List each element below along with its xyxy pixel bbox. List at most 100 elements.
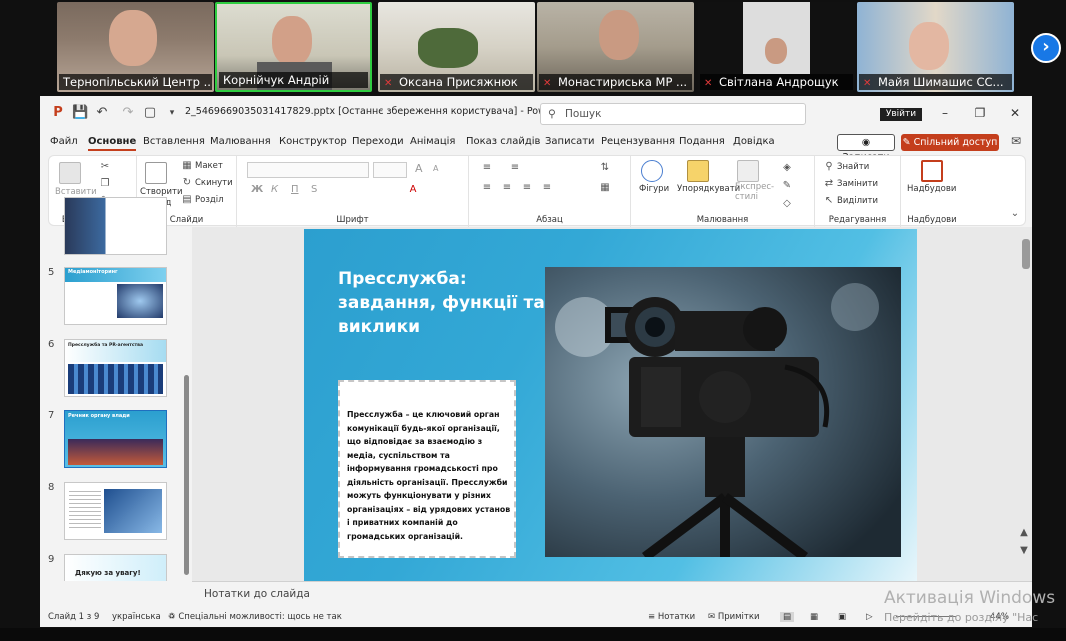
layout-button[interactable]: Макет [195,161,223,171]
slide-thumbnail-9[interactable]: Дякую за увагу! [64,554,167,581]
next-participants-button[interactable]: › [1031,33,1061,63]
close-icon[interactable]: ✕ [1005,105,1025,121]
addins-label[interactable]: Надбудови [907,184,956,194]
italic-button[interactable]: К [271,184,278,195]
text-direction-icon[interactable]: ⇅ [599,162,611,174]
drawing-group: Фігури Упорядкувати Експрес-стилі ◈ ✎ ◇ … [631,156,815,227]
language-indicator[interactable]: українська [112,612,161,622]
font-size-down-button[interactable]: A [433,164,438,173]
shape-outline-icon[interactable]: ✎ [781,180,793,192]
tab-record[interactable]: Записати [545,136,595,147]
justify-icon[interactable]: ≡ [541,182,553,194]
slide-thumbnail-4[interactable] [64,197,167,255]
quick-styles-icon[interactable] [737,160,759,182]
font-size-select[interactable] [373,162,407,178]
underline-button[interactable]: П [291,184,299,195]
shapes-icon[interactable] [641,160,663,182]
addins-icon[interactable] [921,160,943,182]
tab-view[interactable]: Подання [679,136,725,147]
redo-icon[interactable]: ↷ [120,105,136,121]
cut-icon[interactable]: ✂ [99,161,111,173]
replace-button[interactable]: Замінити [837,179,878,189]
current-slide[interactable]: Пресслужба: завдання, функції та виклики… [304,229,917,581]
mic-muted-icon: ✕ [704,78,713,89]
align-center-icon[interactable]: ≡ [501,182,513,194]
participant-tile-1[interactable]: Тернопільський Центр ... [57,2,214,92]
normal-view-icon[interactable]: ▤ [780,612,795,622]
bold-button[interactable]: Ж [251,184,263,195]
title-bar: P 💾 ↶ ↷ ▢ ▾ 2_5469669035031417829.pptx [… [40,96,1032,130]
participant-tile-2[interactable]: Корнійчук Андрій [215,2,372,92]
save-icon[interactable]: 💾 [72,105,88,121]
slide-scrollbar[interactable] [1022,239,1030,269]
reset-button[interactable]: Скинути [195,178,233,188]
tab-file[interactable]: Файл [50,136,78,147]
font-color-icon[interactable]: A [407,184,419,196]
slide-thumbnail-7[interactable]: Речник органу влади [64,410,167,468]
strikethrough-button[interactable]: S [311,184,317,195]
slideshow-icon[interactable]: ▷ [866,612,873,622]
tab-animations[interactable]: Анімація [410,136,455,147]
arrange-label[interactable]: Упорядкувати [677,184,740,194]
slide-sorter-icon[interactable]: ▦ [810,612,818,622]
undo-icon[interactable]: ↶ [94,105,110,121]
search-input[interactable]: ⚲ Пошук [540,103,806,125]
participant-tile-4[interactable]: ✕ Монастириська МР ... [537,2,694,92]
bullets-icon[interactable]: ≡ [481,162,493,174]
copy-icon[interactable]: ❐ [99,178,111,190]
notes-placeholder: Нотатки до слайда [204,588,310,600]
slide-text-box[interactable]: Пресслужба – це ключовий орган комунікац… [338,380,516,558]
align-right-icon[interactable]: ≡ [521,182,533,194]
sign-in-button[interactable]: Увійти [880,108,922,121]
font-name-select[interactable] [247,162,369,178]
find-button[interactable]: Знайти [837,162,869,172]
record-button[interactable]: ◉ Записати [837,134,895,163]
tab-slideshow[interactable]: Показ слайдів [466,136,540,147]
minimize-icon[interactable]: – [935,105,955,121]
shape-effects-icon[interactable]: ◇ [781,198,793,210]
font-size-up-button[interactable]: A [415,162,423,175]
slide-thumbnail-6[interactable]: Пресслужба та PR-агентства [64,339,167,397]
tab-insert[interactable]: Вставлення [143,136,205,147]
new-slide-icon[interactable] [145,162,167,184]
participant-tile-3[interactable]: ✕ Оксана Присяжнюк [378,2,535,92]
present-icon[interactable]: ▢ [142,105,158,121]
shapes-label[interactable]: Фігури [639,184,669,194]
participant-name: ✕ Оксана Присяжнюк [380,74,533,90]
camera-photo[interactable] [545,267,901,557]
font-group: A A Ж К П S A Шрифт [237,156,469,227]
quick-styles-label[interactable]: Експрес-стилі [735,182,775,202]
shape-fill-icon[interactable]: ◈ [781,162,793,174]
participant-tile-5[interactable]: ✕ Світлана Андрощук [698,2,855,92]
thumbnails-scrollbar[interactable] [184,375,189,575]
tab-draw[interactable]: Малювання [210,136,271,147]
slide-thumbnail-8[interactable] [64,482,167,540]
slide-title[interactable]: Пресслужба: завдання, функції та виклики [338,267,548,339]
tab-review[interactable]: Рецензування [601,136,675,147]
tab-transitions[interactable]: Переходи [352,136,404,147]
windows-activation-subtitle: Перейдіть до розділу "Нас [884,611,1039,624]
comments-icon[interactable]: ✉ [1008,134,1024,151]
align-text-icon[interactable]: ▦ [599,182,611,194]
reading-view-icon[interactable]: ▣ [838,612,846,622]
ribbon-collapse-icon[interactable]: ⌄ [1009,208,1021,220]
notes-toggle-button[interactable]: ≡ Нотатки [648,612,695,622]
comments-toggle-button[interactable]: ✉ Примітки [708,612,760,622]
select-button[interactable]: Виділити [837,196,878,206]
previous-slide-icon[interactable]: ▲ [1018,527,1030,539]
align-left-icon[interactable]: ≡ [481,182,493,194]
accessibility-status[interactable]: ♽ Спеціальні можливості: щось не так [168,612,342,622]
tab-design[interactable]: Конструктор [279,136,347,147]
customize-toolbar-icon[interactable]: ▾ [164,105,180,121]
tab-help[interactable]: Довідка [733,136,775,147]
restore-icon[interactable]: ❐ [970,105,990,121]
numbering-icon[interactable]: ≡ [509,162,521,174]
participant-tile-6[interactable]: ✕ Майя Шимашис СС... [857,2,1014,92]
paste-icon[interactable] [59,162,81,184]
tab-home[interactable]: Основне [88,136,137,151]
share-button[interactable]: ✎ Спільний доступ ▾ [901,134,999,165]
slide-thumbnail-5[interactable]: Медіамоніторинг [64,267,167,325]
section-button[interactable]: Розділ [195,195,224,205]
arrange-icon[interactable] [687,160,709,182]
next-slide-icon[interactable]: ▼ [1018,545,1030,557]
